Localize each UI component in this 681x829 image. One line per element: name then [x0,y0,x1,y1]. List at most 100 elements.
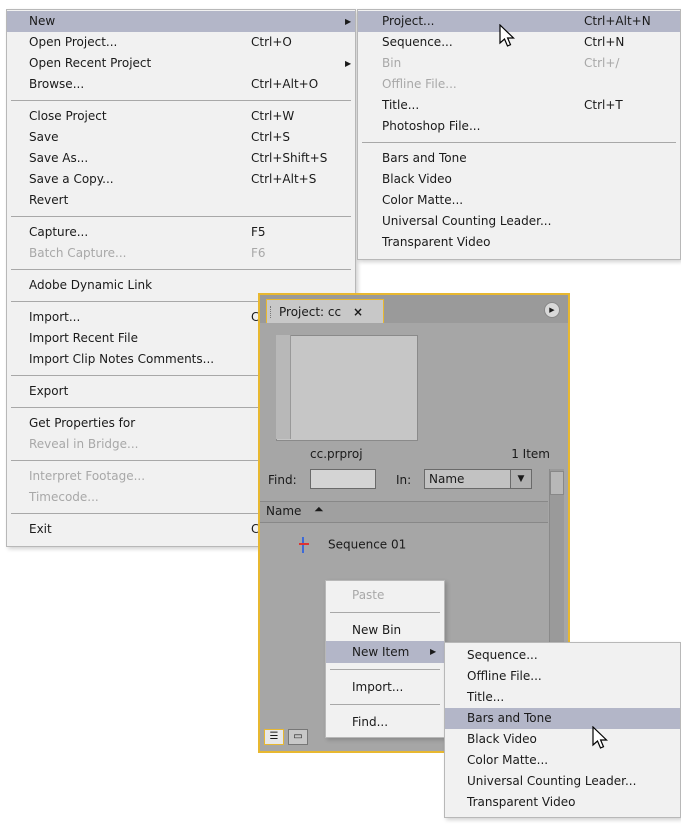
tab-project[interactable]: Project: cc × [266,299,384,323]
menu-item-label: Import Clip Notes Comments... [29,352,215,366]
mouse-pointer-icon [592,726,608,749]
menu-item-label: Find... [352,715,389,729]
submenu-arrow-icon: ▶ [345,59,352,68]
in-select[interactable]: Name ▼ [424,469,532,489]
new-item-submenu-item-color-matte[interactable]: Color Matte... [445,750,680,771]
preview-thumbnail [276,335,418,441]
menu-item-label: Exit [29,522,52,536]
new-submenu-item-bars-and-tone[interactable]: Bars and Tone [358,148,680,169]
submenu-arrow-icon: ▶ [345,17,352,26]
menu-item-label: Universal Counting Leader... [467,774,637,788]
new-submenu-item-project[interactable]: Project... Ctrl+Alt+N [358,11,680,32]
menu-item-label: Photoshop File... [382,119,481,133]
context-menu-item-find[interactable]: Find... [326,711,444,733]
column-header-name[interactable]: Name [266,504,301,518]
menu-item-label: Close Project [29,109,107,123]
menu-item-label: Color Matte... [467,753,549,767]
file-menu-item-new[interactable]: New ▶ [7,11,355,32]
new-submenu: Project... Ctrl+Alt+N Sequence... Ctrl+N Bin… [357,9,681,260]
menu-item-label: Batch Capture... [29,246,127,260]
new-submenu-item-title[interactable]: Title... Ctrl+T [358,95,680,116]
file-menu-item-save-as[interactable]: Save As... Ctrl+Shift+S [7,148,355,169]
menu-item-shortcut: Ctrl+Alt+S [251,172,317,186]
menu-item-shortcut: F5 [251,225,266,239]
new-submenu-item-universal-counting-leader[interactable]: Universal Counting Leader... [358,211,680,232]
context-menu-item-paste: Paste [326,584,444,606]
new-item-submenu-item-universal-counting-leader[interactable]: Universal Counting Leader... [445,771,680,792]
new-item-submenu-item-offline-file[interactable]: Offline File... [445,666,680,687]
menu-item-label: Offline File... [467,669,542,683]
file-menu-item-open-project[interactable]: Open Project... Ctrl+O [7,32,355,53]
menu-item-label: Bars and Tone [382,151,467,165]
new-item-submenu-item-black-video[interactable]: Black Video [445,729,680,750]
file-menu-item-open-recent-project[interactable]: Open Recent Project ▶ [7,53,355,74]
menu-item-label: Open Project... [29,35,118,49]
new-item-submenu-item-sequence[interactable]: Sequence... [445,645,680,666]
menu-item-label: Universal Counting Leader... [382,214,552,228]
menu-item-label: Project... [382,14,435,28]
menu-item-label: Open Recent Project [29,56,152,70]
menu-separator [330,612,440,613]
menu-item-label: Title... [382,98,420,112]
menu-item-shortcut: Ctrl+T [584,98,623,112]
menu-item-label: Import Recent File [29,331,139,345]
find-label: Find: [268,473,297,487]
sequence-icon [299,537,314,553]
file-menu-item-capture[interactable]: Capture... F5 [7,222,355,243]
file-menu-item-batch-capture: Batch Capture... F6 [7,243,355,264]
menu-item-label: Adobe Dynamic Link [29,278,153,292]
icon-view-icon[interactable]: ▭ [288,729,308,745]
menu-item-label: Sequence... [467,648,538,662]
file-menu-item-browse[interactable]: Browse... Ctrl+Alt+O [7,74,355,95]
file-menu-item-save[interactable]: Save Ctrl+S [7,127,355,148]
close-icon[interactable]: × [353,300,363,324]
menu-item-label: Black Video [467,732,537,746]
menu-item-label: New Bin [352,623,402,637]
chevron-down-icon[interactable]: ▼ [510,470,531,488]
file-menu-item-revert[interactable]: Revert [7,190,355,211]
menu-item-label: Title... [467,690,505,704]
file-menu-item-close-project[interactable]: Close Project Ctrl+W [7,106,355,127]
menu-item-shortcut: Ctrl+N [584,35,625,49]
new-submenu-item-transparent-video[interactable]: Transparent Video [358,232,680,253]
menu-separator [11,269,351,270]
new-item-submenu-item-bars-and-tone[interactable]: Bars and Tone [445,708,680,729]
panel-menu-icon[interactable]: ▶ [544,302,560,318]
menu-item-shortcut: Ctrl+/ [584,56,620,70]
menu-item-shortcut: Ctrl+O [251,35,292,49]
scrollbar-thumb[interactable] [550,471,564,495]
menu-separator [330,704,440,705]
list-item-label: Sequence 01 [328,537,407,552]
panel-footer: ☰ ▭ [264,728,312,745]
menu-item-label: Black Video [382,172,452,186]
new-item-submenu-item-transparent-video[interactable]: Transparent Video [445,792,680,813]
new-item-submenu: Sequence... Offline File... Title... Bars a… [444,642,681,818]
sort-ascending-icon[interactable]: ⏶ [314,502,324,517]
context-menu-item-import[interactable]: Import... [326,676,444,698]
new-submenu-item-photoshop-file[interactable]: Photoshop File... [358,116,680,137]
list-view-icon[interactable]: ☰ [264,729,284,745]
menu-item-label: Paste [352,588,385,602]
preview-controls[interactable] [276,335,291,439]
menu-item-label: Interpret Footage... [29,469,146,483]
menu-item-label: Bin [382,56,402,70]
menu-separator [330,669,440,670]
new-submenu-item-offline-file: Offline File... [358,74,680,95]
tab-grip[interactable] [270,306,274,318]
menu-item-label: Transparent Video [467,795,576,809]
project-name: cc.prproj [310,447,363,461]
new-item-submenu-item-title[interactable]: Title... [445,687,680,708]
file-menu-item-save-a-copy[interactable]: Save a Copy... Ctrl+Alt+S [7,169,355,190]
menu-item-label: New Item [352,645,410,659]
menu-separator [11,100,351,101]
context-menu-item-new-item[interactable]: New Item ▶ [326,641,444,663]
new-submenu-item-color-matte[interactable]: Color Matte... [358,190,680,211]
new-submenu-item-sequence[interactable]: Sequence... Ctrl+N [358,32,680,53]
menu-item-label: Export [29,384,69,398]
new-submenu-item-black-video[interactable]: Black Video [358,169,680,190]
item-count: 1 Item [511,447,550,461]
context-menu-item-new-bin[interactable]: New Bin [326,619,444,641]
find-input[interactable] [310,469,376,489]
list-item[interactable]: Sequence 01 [299,537,407,553]
menu-separator [11,216,351,217]
